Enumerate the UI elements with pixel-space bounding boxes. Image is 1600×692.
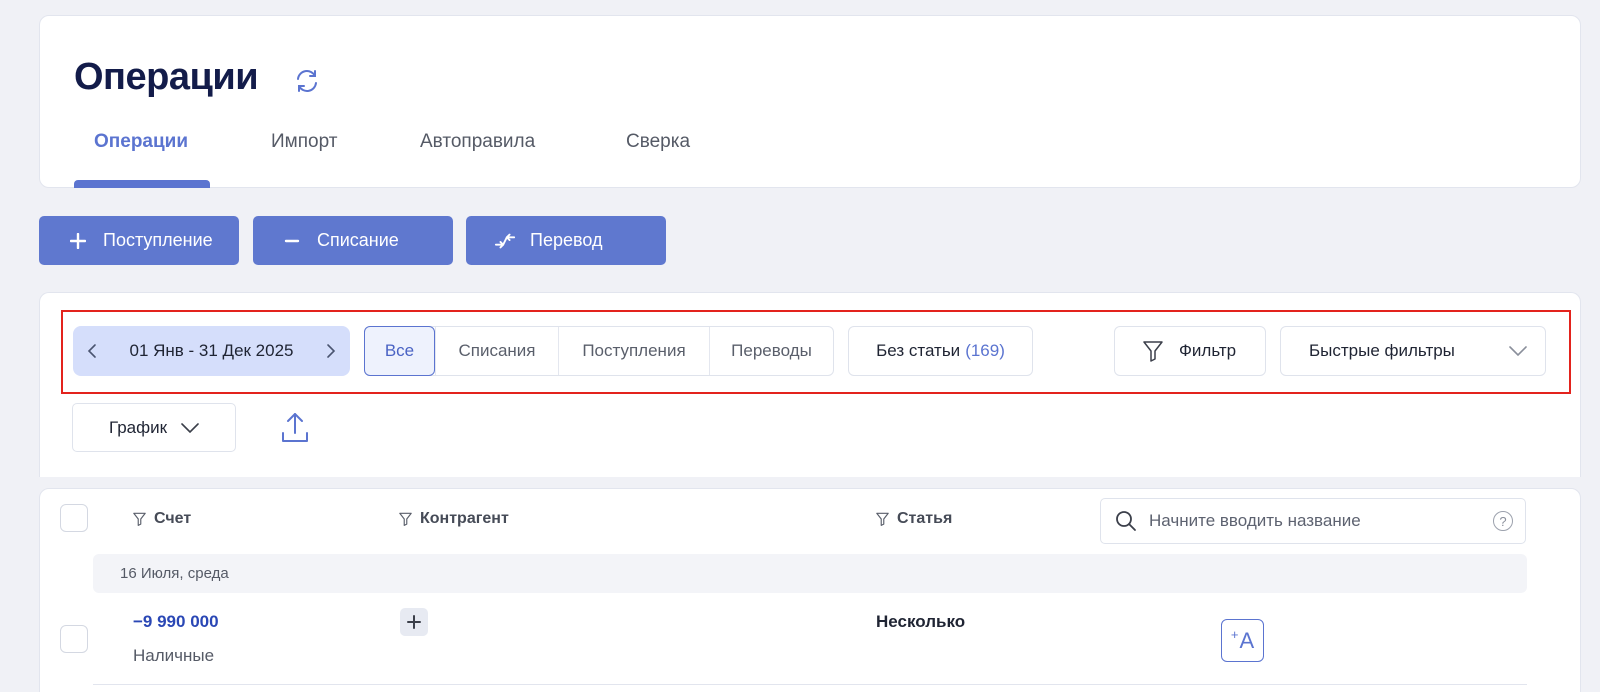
column-counterparty-label: Контрагент [420,510,509,527]
upload-icon[interactable] [280,411,310,445]
operation-type-segmented-control: Все Списания Поступления Переводы [364,326,834,376]
chevron-down-icon [181,422,199,433]
transfer-button[interactable]: Перевод [466,216,666,265]
row-divider [93,684,1527,685]
transfer-button-label: Перевод [530,230,603,250]
segment-expenses[interactable]: Списания [435,327,558,375]
income-button[interactable]: Поступление [39,216,239,265]
expense-button-label: Списание [317,230,399,250]
select-all-checkbox[interactable] [60,504,88,532]
segment-all[interactable]: Все [364,326,435,376]
refresh-icon[interactable] [292,66,322,96]
date-group-header: 16 Июля, среда [93,554,1527,593]
plus-icon [67,230,89,252]
filter-card [39,292,1581,477]
search-field[interactable]: ? [1100,498,1526,544]
date-range-label: 01 Янв - 31 Дек 2025 [129,341,294,360]
plus-icon [407,615,421,629]
minus-icon [281,230,303,252]
segment-transfers[interactable]: Переводы [709,327,833,375]
filter-funnel-icon [876,512,889,526]
chart-dropdown-label: График [108,417,168,437]
quick-filters-dropdown[interactable]: Быстрые фильтры [1280,326,1546,376]
no-category-count: (169) [965,341,1005,360]
page-title: Операции [74,56,259,98]
date-range-picker[interactable]: 01 Янв - 31 Дек 2025 [73,326,350,376]
auto-category-plus: + [1230,627,1239,642]
chevron-down-icon [1509,346,1527,356]
add-counterparty-button[interactable] [400,608,428,636]
column-category-label: Статья [897,510,953,527]
chevron-left-icon[interactable] [73,326,111,376]
active-tab-indicator [74,180,210,188]
row-account: Наличные [133,646,215,665]
quick-filters-label: Быстрые фильтры [1309,341,1455,360]
filter-button[interactable]: Фильтр [1114,326,1266,376]
help-icon[interactable]: ? [1493,511,1513,531]
search-input[interactable] [1149,511,1493,531]
row-category: Несколько [876,612,966,631]
chart-dropdown[interactable]: График [72,403,236,452]
filter-funnel-icon [133,512,146,526]
tab-autorules[interactable]: Автоправила [420,131,535,153]
filter-funnel-icon [1143,341,1163,362]
transfer-arrows-icon [494,230,516,252]
chevron-right-icon[interactable] [312,326,350,376]
tab-reconciliation[interactable]: Сверка [626,131,690,153]
column-counterparty[interactable]: Контрагент [399,510,509,528]
auto-category-button[interactable]: + A [1221,619,1264,662]
row-amount[interactable]: −9 990 000 [133,612,219,632]
auto-category-letter: A [1239,627,1255,653]
no-category-label: Без статьи [876,341,961,360]
tab-operations[interactable]: Операции [94,131,188,153]
column-account-label: Счет [154,510,192,527]
search-icon [1116,511,1136,531]
filter-funnel-icon [399,512,412,526]
column-account[interactable]: Счет [133,510,191,528]
no-category-button[interactable]: Без статьи (169) [848,326,1033,376]
expense-button[interactable]: Списание [253,216,453,265]
segment-incomes[interactable]: Поступления [558,327,709,375]
header-card: Операции Операции Импорт Автоправила Све… [39,15,1581,188]
income-button-label: Поступление [103,230,213,250]
filter-button-label: Фильтр [1179,341,1237,360]
row-checkbox[interactable] [60,625,88,653]
tab-import[interactable]: Импорт [271,131,337,153]
column-category[interactable]: Статья [876,510,952,528]
